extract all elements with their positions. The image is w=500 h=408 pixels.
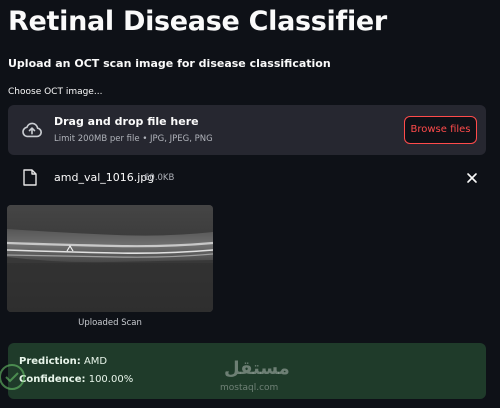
cloud-upload-icon: [22, 122, 42, 138]
prediction-value: AMD: [83, 356, 108, 367]
confidence-label: Confidence:: [19, 374, 86, 385]
dropzone-limit-text: Limit 200MB per file • JPG, JPEG, PNG: [54, 134, 213, 144]
uploader-label: Choose OCT image...: [8, 87, 103, 97]
dropzone-title: Drag and drop file here: [54, 115, 199, 128]
watermark-url: mostaql.com: [220, 383, 279, 393]
file-icon: [23, 169, 37, 186]
prediction-result-box: Prediction: AMD Confidence: 100.00% مستق…: [8, 343, 486, 399]
prediction-line: Prediction: AMD: [19, 356, 107, 367]
file-name: amd_val_1016.jpg: [54, 171, 155, 184]
close-icon[interactable]: [464, 170, 480, 186]
prediction-label: Prediction:: [19, 356, 81, 367]
confidence-value: 100.00%: [88, 374, 134, 385]
confidence-line: Confidence: 100.00%: [19, 374, 133, 385]
watermark-badge-icon: [0, 364, 25, 390]
page-title: Retinal Disease Classifier: [8, 6, 387, 37]
uploaded-file-row: amd_val_1016.jpg 60.0KB: [8, 165, 486, 191]
browse-files-button[interactable]: Browse files: [404, 116, 477, 144]
watermark-logo: مستقل: [224, 358, 290, 379]
file-size: 60.0KB: [144, 173, 175, 183]
oct-scan-image: [7, 205, 213, 312]
oct-scan-graphic: [7, 205, 213, 312]
file-dropzone[interactable]: Drag and drop file here Limit 200MB per …: [8, 105, 486, 155]
image-caption: Uploaded Scan: [78, 318, 142, 328]
page-subtitle: Upload an OCT scan image for disease cla…: [8, 57, 331, 70]
